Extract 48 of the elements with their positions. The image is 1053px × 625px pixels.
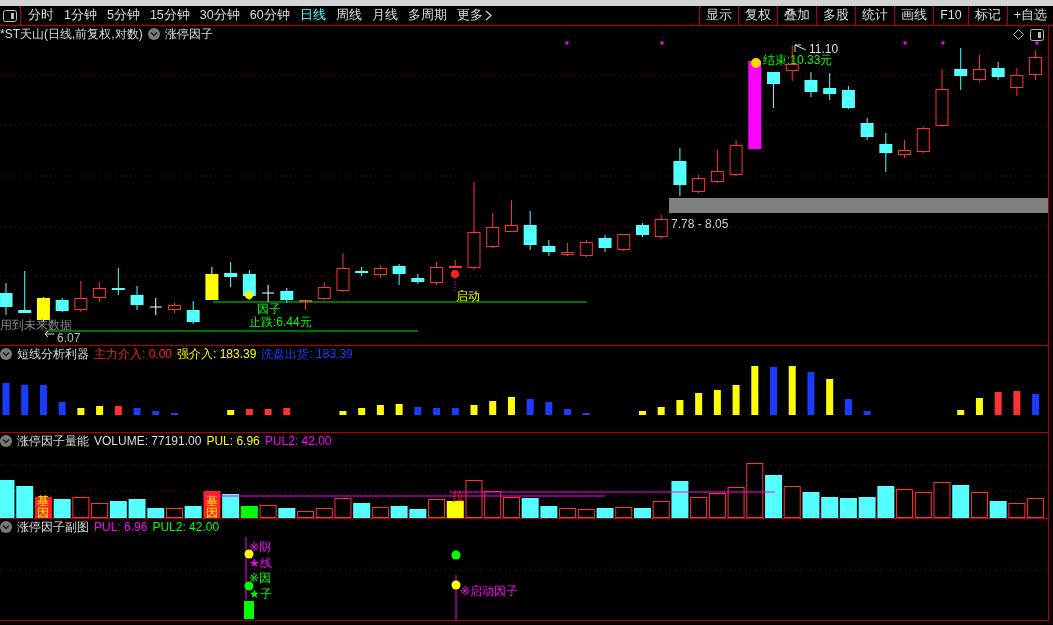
pull-label: 拉 xyxy=(452,489,464,503)
indicator-value: PUL2: 42.00 xyxy=(264,434,332,448)
start-label: 启动 xyxy=(456,289,480,303)
signal-label: ※阴 xyxy=(249,540,272,554)
chart-title: *ST天山(日线,前复权,对数) xyxy=(0,27,143,41)
period-tab[interactable]: 5分钟 xyxy=(101,6,145,25)
indicator-value: PUL: 6.96 xyxy=(94,520,148,534)
factor-label: 因子 xyxy=(257,302,281,316)
labeled-volume-bar: 基因 xyxy=(203,491,221,518)
period-tab[interactable]: 分时 xyxy=(23,6,59,25)
signal-label: ★线 xyxy=(249,556,272,570)
panel-title: 涨停因子副图 xyxy=(17,520,89,534)
warning-label: 用到未来数据 xyxy=(0,318,72,332)
indicator-value: 洗盘出货: 183.39 xyxy=(261,347,353,361)
period-tab[interactable]: 日线 xyxy=(294,6,331,25)
toolbar-button[interactable]: 显示 xyxy=(699,6,739,25)
period-tab[interactable]: 30分钟 xyxy=(194,6,245,25)
panel-title: 短线分析利器 xyxy=(17,347,89,361)
stop-price-label: 止跌:6.44元 xyxy=(249,315,312,329)
indicator-value: 强介入: 183.39 xyxy=(177,347,257,361)
panel-title: 涨停因子量能 xyxy=(17,434,89,448)
toolbar-button[interactable]: +自选 xyxy=(1006,6,1053,25)
signal-label: ※因 xyxy=(249,571,272,585)
toolbar-button[interactable]: F10 xyxy=(933,6,968,25)
toolbar-button[interactable]: 标记 xyxy=(967,6,1007,25)
high-price-label: 11.10 xyxy=(809,42,839,56)
period-tab[interactable]: 1分钟 xyxy=(59,6,102,25)
indicator-value: PUL: 6.96 xyxy=(206,434,260,448)
indicator-name: 涨停因子 xyxy=(164,27,213,41)
signal-label: ※启动因子 xyxy=(460,584,519,598)
period-tab[interactable]: 15分钟 xyxy=(144,6,195,25)
indicator-value: VOLUME: 77191.00 xyxy=(94,434,202,448)
indicator-value: 主力介入: 0.00 xyxy=(94,347,173,361)
period-tab[interactable]: 多周期 xyxy=(402,6,452,25)
signal-label: ★子 xyxy=(249,587,272,601)
labeled-volume-bar: 基因 xyxy=(34,494,52,518)
toolbar-button[interactable]: 叠加 xyxy=(777,6,817,25)
low-price-label: 6.07 xyxy=(57,331,81,345)
price-range-label: 7.78 - 8.05 xyxy=(671,217,729,231)
toolbar-button[interactable]: 复权 xyxy=(738,6,778,25)
toolbar-button[interactable]: 多股 xyxy=(816,6,856,25)
period-tab[interactable]: 月线 xyxy=(366,6,403,25)
toolbar-button[interactable]: 画线 xyxy=(894,6,934,25)
indicator-value: PUL2: 42.00 xyxy=(152,520,220,534)
period-tab[interactable]: 周线 xyxy=(330,6,367,25)
more-button[interactable]: 更多 xyxy=(451,6,497,25)
toolbar-button[interactable]: 统计 xyxy=(855,6,895,25)
period-tab[interactable]: 60分钟 xyxy=(244,6,295,25)
